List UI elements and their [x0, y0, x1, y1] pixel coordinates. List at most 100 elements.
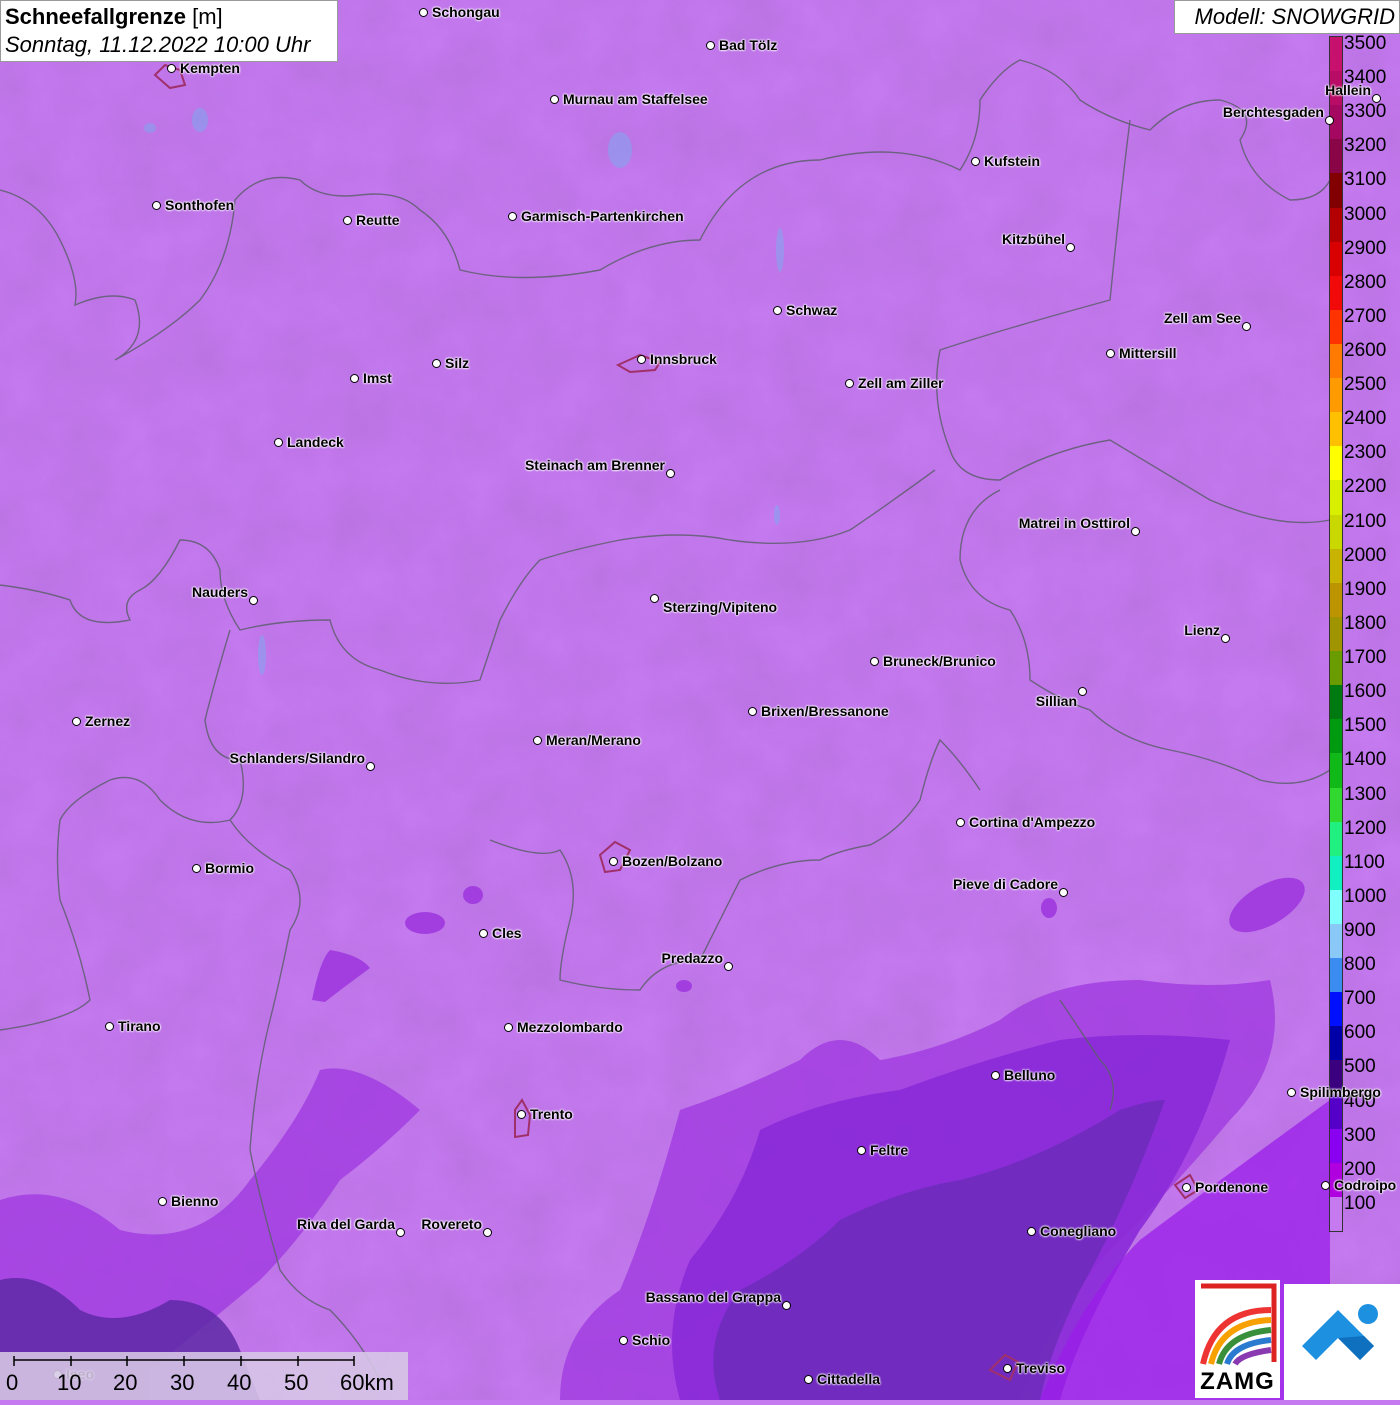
city-marker-icon[interactable] — [1221, 634, 1230, 643]
city-marker-icon[interactable] — [158, 1197, 167, 1206]
city-marker-icon[interactable] — [1131, 527, 1140, 536]
city-label: Cles — [492, 925, 522, 941]
city-marker-icon[interactable] — [857, 1146, 866, 1155]
legend-value: 3500 — [1344, 33, 1387, 54]
legend-value: 100 — [1344, 1192, 1376, 1214]
city-marker-icon[interactable] — [1003, 1364, 1012, 1373]
legend-value: 1200 — [1344, 817, 1387, 839]
city-marker-icon[interactable] — [1287, 1088, 1296, 1097]
city-label: Predazzo — [661, 950, 723, 966]
city-marker-icon[interactable] — [773, 306, 782, 315]
city-marker-icon[interactable] — [619, 1336, 628, 1345]
legend-swatch — [1330, 651, 1342, 686]
city-label: Treviso — [1016, 1360, 1066, 1376]
city-marker-icon[interactable] — [1066, 243, 1075, 252]
legend-swatch — [1330, 548, 1342, 584]
legend-swatch — [1330, 855, 1342, 891]
city-label: Bienno — [171, 1193, 219, 1209]
zamg-logo-text: ZAMG — [1200, 1368, 1275, 1395]
legend-swatch — [1330, 344, 1342, 379]
legend-swatch — [1330, 685, 1342, 720]
map-title: Schneefallgrenze [m] — [5, 4, 223, 29]
city-label: Innsbruck — [650, 351, 717, 367]
city-label: Codroipo — [1334, 1177, 1397, 1193]
city-marker-icon[interactable] — [1078, 687, 1087, 696]
city-marker-icon[interactable] — [1106, 349, 1115, 358]
city-marker-icon[interactable] — [432, 359, 441, 368]
city-marker-icon[interactable] — [748, 707, 757, 716]
color-legend — [1329, 36, 1343, 1232]
legend-value: 2000 — [1344, 544, 1387, 566]
city-label: Schlanders/Silandro — [229, 750, 365, 766]
city-marker-icon[interactable] — [152, 201, 161, 210]
city-marker-icon[interactable] — [724, 962, 733, 971]
city-marker-icon[interactable] — [105, 1022, 114, 1031]
city-marker-icon[interactable] — [483, 1228, 492, 1237]
city-marker-icon[interactable] — [1325, 116, 1334, 125]
city-marker-icon[interactable] — [533, 736, 542, 745]
city-marker-icon[interactable] — [274, 438, 283, 447]
city-marker-icon[interactable] — [956, 818, 965, 827]
city-marker-icon[interactable] — [706, 41, 715, 50]
city-marker-icon[interactable] — [650, 594, 659, 603]
legend-value: 2800 — [1344, 271, 1387, 293]
city-label: Zell am Ziller — [858, 375, 944, 391]
legend-swatch — [1330, 275, 1342, 311]
city-label: Bassano del Grappa — [645, 1289, 781, 1305]
legend-swatch — [1330, 992, 1342, 1027]
city-marker-icon[interactable] — [550, 95, 559, 104]
legend-value: 600 — [1344, 1022, 1376, 1044]
city-marker-icon[interactable] — [167, 64, 176, 73]
city-marker-icon[interactable] — [1027, 1227, 1036, 1236]
city-label: Nauders — [191, 584, 248, 600]
city-marker-icon[interactable] — [419, 8, 428, 17]
city-marker-icon[interactable] — [1372, 94, 1381, 103]
city-marker-icon[interactable] — [609, 857, 618, 866]
city-marker-icon[interactable] — [1321, 1181, 1330, 1190]
city-marker-icon[interactable] — [396, 1228, 405, 1237]
scale-bar-label: 10 — [57, 1370, 82, 1395]
city-label: Meran/Merano — [546, 732, 641, 748]
city-marker-icon[interactable] — [991, 1071, 1000, 1080]
city-marker-icon[interactable] — [845, 379, 854, 388]
city-marker-icon[interactable] — [350, 374, 359, 383]
geosphere-logo — [1284, 1284, 1400, 1400]
legend-swatch — [1330, 821, 1342, 857]
city-marker-icon[interactable] — [343, 216, 352, 225]
city-label: Bozen/Bolzano — [622, 853, 723, 869]
city-marker-icon[interactable] — [1059, 888, 1068, 897]
scale-bar-label: 0 — [6, 1370, 19, 1395]
city-marker-icon[interactable] — [517, 1110, 526, 1119]
city-label: Imst — [363, 370, 392, 386]
city-label: Mittersill — [1119, 345, 1177, 361]
city-marker-icon[interactable] — [1182, 1183, 1191, 1192]
legend-swatch — [1330, 378, 1342, 413]
legend-value: 2300 — [1344, 442, 1387, 464]
city-marker-icon[interactable] — [666, 469, 675, 478]
city-label: Pieve di Cadore — [952, 876, 1058, 892]
city-marker-icon[interactable] — [870, 657, 879, 666]
city-marker-icon[interactable] — [504, 1023, 513, 1032]
legend-swatch — [1330, 923, 1342, 959]
legend-swatch — [1330, 889, 1342, 925]
city-marker-icon[interactable] — [637, 355, 646, 364]
city-label: Sterzing/Vipiteno — [663, 599, 778, 615]
city-marker-icon[interactable] — [479, 929, 488, 938]
city-label: Pordenone — [1195, 1179, 1269, 1195]
zone-spot-4 — [1041, 898, 1057, 918]
city-marker-icon[interactable] — [249, 596, 258, 605]
legend-swatch — [1330, 139, 1342, 174]
city-marker-icon[interactable] — [782, 1301, 791, 1310]
city-label: Kitzbühel — [1002, 231, 1065, 247]
city-marker-icon[interactable] — [72, 717, 81, 726]
legend-value: 1800 — [1344, 612, 1387, 634]
city-marker-icon[interactable] — [192, 864, 201, 873]
city-label: Schongau — [432, 4, 500, 20]
city-marker-icon[interactable] — [804, 1375, 813, 1384]
city-marker-icon[interactable] — [366, 762, 375, 771]
legend-value: 3300 — [1344, 101, 1387, 123]
city-marker-icon[interactable] — [508, 212, 517, 221]
city-label: Kempten — [180, 60, 240, 76]
city-marker-icon[interactable] — [971, 157, 980, 166]
city-marker-icon[interactable] — [1242, 322, 1251, 331]
